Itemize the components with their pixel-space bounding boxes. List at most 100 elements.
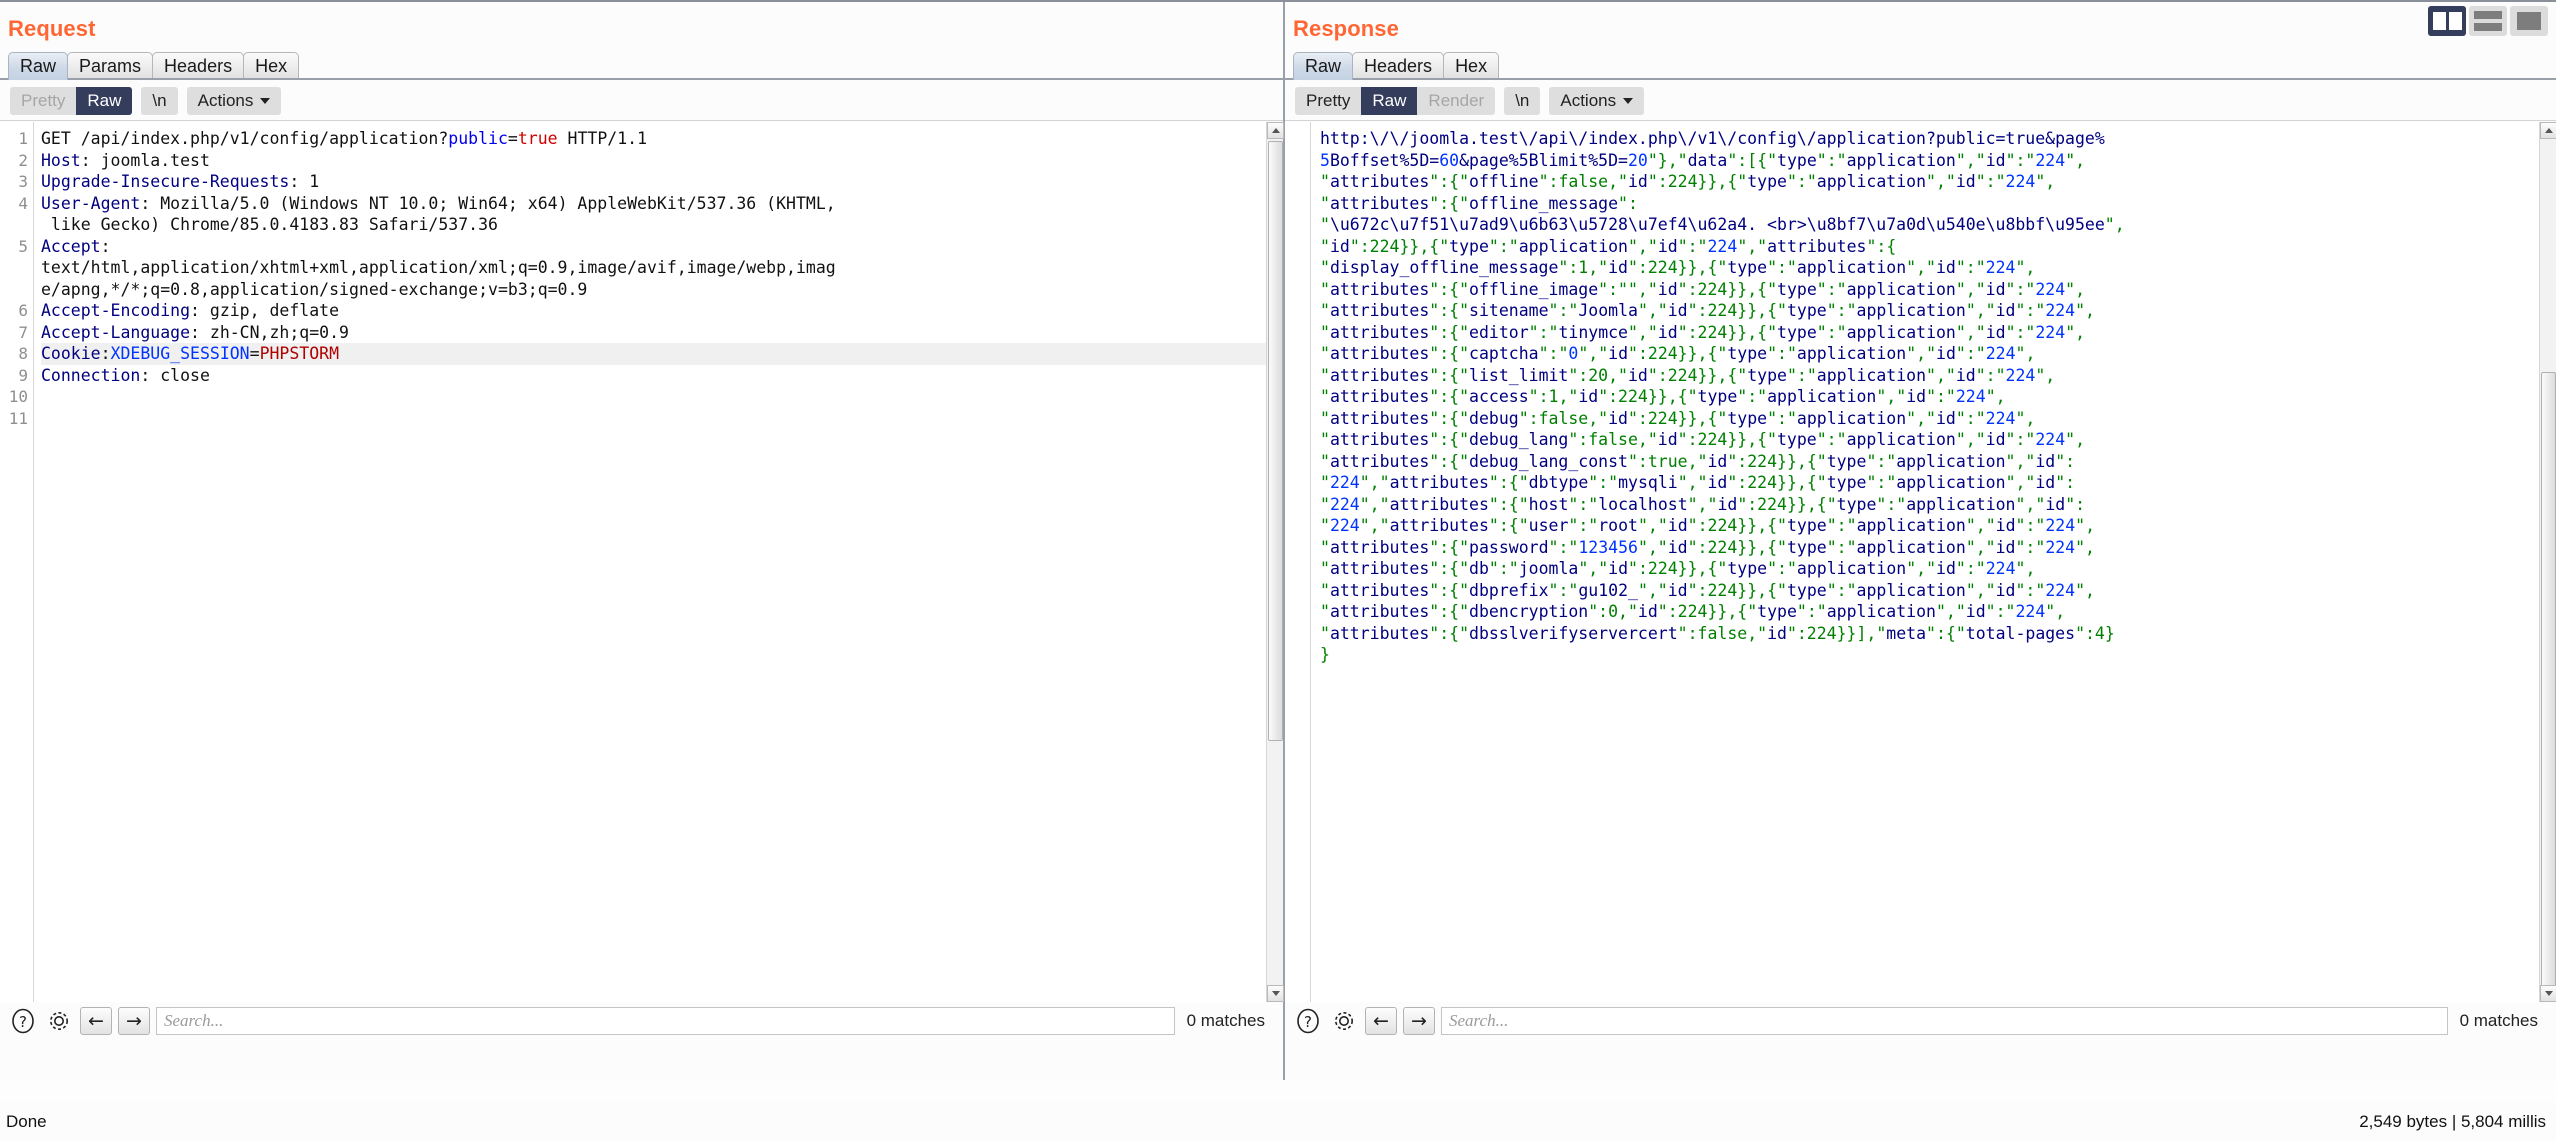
response-code-line: "attributes":{"debug_lang":false,"id":22… xyxy=(1320,430,2086,449)
request-code-line: Accept-Language: zh-CN,zh;q=0.9 xyxy=(41,322,349,342)
response-newline-button[interactable]: \n xyxy=(1504,87,1541,115)
response-code-line: "display_offline_message":1,"id":224}},{… xyxy=(1320,258,2036,277)
response-code-line: "attributes":{"dbencryption":0,"id":224}… xyxy=(1320,602,2066,621)
response-code-line: "224","attributes":{"user":"root","id":2… xyxy=(1320,516,2096,535)
response-scroll-down-button[interactable] xyxy=(2540,985,2556,1002)
request-search-input[interactable]: Search... xyxy=(156,1007,1175,1035)
request-code-line: Upgrade-Insecure-Requests: 1 xyxy=(41,172,320,191)
response-code-line: "attributes":{"debug":false,"id":224}},{… xyxy=(1320,408,2036,428)
request-line-number: 5 xyxy=(18,236,28,256)
response-code-line: "\u672c\u7f51\u7ad9\u6b63\u5728\u7ef4\u6… xyxy=(1320,215,2125,234)
response-editor[interactable]: http:\/\/joomla.test\/api\/index.php\/v1… xyxy=(1285,122,2556,1002)
response-code-line: 5Boffset%5D=60&page%5Blimit%5D=20"},"dat… xyxy=(1320,150,2086,170)
chevron-down-icon xyxy=(260,98,271,104)
svg-text:?: ? xyxy=(1304,1013,1312,1031)
response-pretty-button[interactable]: Pretty xyxy=(1295,87,1361,115)
response-vertical-scrollbar[interactable] xyxy=(2539,122,2556,1002)
question-icon[interactable]: ? xyxy=(1293,1006,1323,1036)
request-view-toolbar: Pretty Raw \n Actions xyxy=(10,86,282,116)
request-body-text[interactable]: GET /api/index.php/v1/config/application… xyxy=(34,122,1283,1002)
request-tab-params[interactable]: Params xyxy=(67,52,154,80)
response-view-toolbar: Pretty Raw Render \n Actions xyxy=(1295,86,1645,116)
request-search-placeholder: Search... xyxy=(164,1011,224,1030)
response-code-line: "attributes":{"access":1,"id":224}},{"ty… xyxy=(1320,387,2006,406)
request-pretty-button[interactable]: Pretty xyxy=(10,87,76,115)
request-tab-hex[interactable]: Hex xyxy=(243,52,300,80)
request-raw-button[interactable]: Raw xyxy=(76,87,133,115)
request-editor[interactable]: 1 2 3 4 5 6 7 8 9 10 11 GET /api/index.php/v1/conf… xyxy=(0,122,1283,1002)
response-pane: Response Raw Headers Hex Pretty Raw Rend… xyxy=(1285,2,2556,1080)
request-scroll-down-button[interactable] xyxy=(1267,985,1284,1002)
response-code-line: "attributes":{"dbsslverifyservercert":fa… xyxy=(1320,623,2115,643)
response-code-line: "attributes":{"db":"joomla","id":224}},{… xyxy=(1320,559,2036,578)
response-code-line: "attributes":{"list_limit":20,"id":224}}… xyxy=(1320,365,2056,385)
svg-text:?: ? xyxy=(19,1013,27,1031)
request-line-number xyxy=(0,214,33,236)
request-code-line: GET /api/index.php/v1/config/application… xyxy=(41,129,647,148)
request-code-line: Accept: xyxy=(41,236,111,256)
request-newline-button[interactable]: \n xyxy=(141,87,178,115)
request-line-number xyxy=(0,257,33,279)
response-scroll-up-button[interactable] xyxy=(2540,122,2556,139)
request-title: Request xyxy=(8,16,96,41)
response-code-line: "attributes":{"offline_message": xyxy=(1320,193,1638,213)
response-tab-headers[interactable]: Headers xyxy=(1352,52,1445,80)
response-find-next-button[interactable]: → xyxy=(1403,1007,1435,1035)
gear-icon[interactable] xyxy=(1329,1006,1359,1036)
response-line-numbers xyxy=(1285,122,1311,1002)
request-actions-button[interactable]: Actions xyxy=(186,87,282,115)
request-scroll-thumb[interactable] xyxy=(1268,141,1283,741)
request-match-count: 0 matches xyxy=(1186,1011,1265,1030)
request-vertical-scrollbar[interactable] xyxy=(1266,122,1284,1002)
response-actions-label: Actions xyxy=(1560,91,1617,110)
response-actions-button[interactable]: Actions xyxy=(1549,87,1645,115)
request-line-number: 6 xyxy=(18,301,28,320)
request-find-prev-button[interactable]: ← xyxy=(80,1007,112,1035)
request-line-number: 10 xyxy=(8,387,28,406)
response-code-line: "attributes":{"sitename":"Joomla","id":2… xyxy=(1320,301,2095,320)
response-raw-button[interactable]: Raw xyxy=(1361,87,1418,115)
gear-icon[interactable] xyxy=(44,1006,74,1036)
response-search-placeholder: Search... xyxy=(1449,1011,1509,1030)
request-code-line xyxy=(41,386,1283,408)
layout-stacked-button[interactable] xyxy=(2469,6,2507,36)
request-code-line: e/apng,*/*;q=0.8,application/signed-exch… xyxy=(41,279,588,299)
response-find-prev-button[interactable]: ← xyxy=(1365,1007,1397,1035)
side-by-side-icon xyxy=(2432,12,2462,30)
response-scroll-thumb[interactable] xyxy=(2541,372,2556,992)
status-bar: Done 2,549 bytes | 5,804 millis xyxy=(0,1102,2556,1142)
request-code-line: Accept-Encoding: gzip, deflate xyxy=(41,301,340,320)
request-line-numbers: 1 2 3 4 5 6 7 8 9 10 11 xyxy=(0,122,34,1002)
layout-side-by-side-button[interactable] xyxy=(2428,6,2466,36)
layout-toggle-group xyxy=(2428,6,2548,36)
response-code-line: "attributes":{"editor":"tinymce","id":22… xyxy=(1320,322,2086,342)
request-line-number: 3 xyxy=(18,172,28,191)
response-code-line: http:\/\/joomla.test\/api\/index.php\/v1… xyxy=(1320,129,2105,148)
request-line-number: 1 xyxy=(18,129,28,148)
request-scroll-up-button[interactable] xyxy=(1267,122,1284,139)
single-pane-icon xyxy=(2517,12,2541,30)
stacked-icon xyxy=(2474,11,2502,31)
request-line-number xyxy=(0,279,33,301)
response-code-line: "attributes":{"offline_image":"","id":22… xyxy=(1320,279,2086,299)
request-find-next-button[interactable]: → xyxy=(118,1007,150,1035)
response-render-button[interactable]: Render xyxy=(1417,87,1495,115)
request-line-number: 9 xyxy=(18,365,28,385)
response-tab-raw[interactable]: Raw xyxy=(1293,52,1354,80)
response-code-line: "attributes":{"captcha":"0","id":224}},{… xyxy=(1320,344,2036,363)
question-icon[interactable]: ? xyxy=(8,1006,38,1036)
response-search-input[interactable]: Search... xyxy=(1441,1007,2448,1035)
request-tabstrip: Raw Params Headers Hex xyxy=(8,50,300,80)
response-body-text[interactable]: http:\/\/joomla.test\/api\/index.php\/v1… xyxy=(1311,122,2556,1002)
request-tab-headers[interactable]: Headers xyxy=(152,52,245,80)
request-tab-raw[interactable]: Raw xyxy=(8,52,69,80)
response-toolbar-rule xyxy=(1285,120,2556,121)
response-tab-hex[interactable]: Hex xyxy=(1443,52,1500,80)
request-code-line xyxy=(41,408,1283,430)
request-code-line: text/html,application/xhtml+xml,applicat… xyxy=(41,258,836,277)
response-code-line: "224","attributes":{"dbtype":"mysqli","i… xyxy=(1320,473,2076,492)
response-tabstrip: Raw Headers Hex xyxy=(1293,50,1500,80)
response-find-bar: ? ← → Search... 0 matches xyxy=(1285,1002,2556,1040)
layout-single-button[interactable] xyxy=(2510,6,2548,36)
response-code-line: "attributes":{"dbprefix":"gu102_","id":2… xyxy=(1320,580,2095,600)
